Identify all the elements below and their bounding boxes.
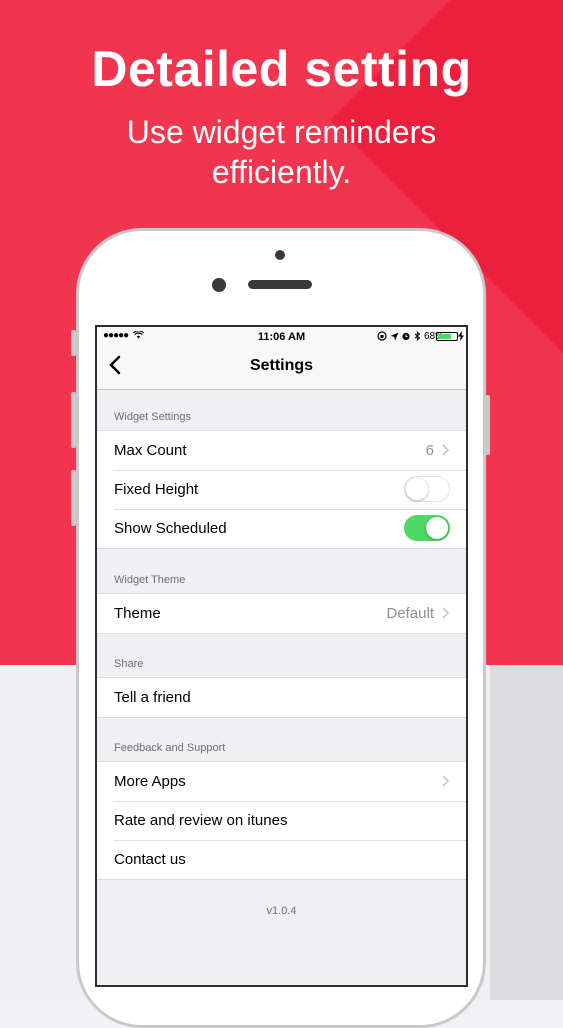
promo-subline-line-1: Use widget reminders (126, 114, 437, 150)
alarm-icon (402, 333, 411, 341)
app-version: v1.0.4 (266, 905, 297, 917)
contact-label: Contact us (114, 851, 186, 868)
max-count-value: 6 (425, 442, 434, 459)
group-widget-theme: Theme Default (97, 593, 466, 634)
theme-value: Default (386, 605, 434, 622)
row-more-apps[interactable]: More Apps (97, 762, 466, 801)
row-tell-a-friend[interactable]: Tell a friend (97, 678, 466, 717)
section-header-feedback: Feedback and Support (114, 742, 226, 754)
chevron-right-icon (442, 775, 450, 787)
navigation-bar: Settings (97, 347, 466, 390)
more-apps-label: More Apps (114, 773, 186, 790)
show-scheduled-label: Show Scheduled (114, 520, 227, 537)
row-show-scheduled: Show Scheduled (97, 509, 466, 548)
section-header-widget-settings: Widget Settings (114, 411, 192, 423)
row-rate-and-review[interactable]: Rate and review on itunes (97, 801, 466, 840)
chevron-right-icon (442, 444, 450, 456)
section-header-widget-theme: Widget Theme (114, 574, 186, 586)
row-theme[interactable]: Theme Default (97, 594, 466, 633)
show-scheduled-toggle[interactable] (404, 515, 450, 541)
phone-sensor (275, 250, 285, 260)
group-widget-settings: Max Count 6 Fixed Height Show Scheduled (97, 430, 466, 549)
toggle-knob (426, 517, 448, 539)
promo-subline-line-2: efficiently. (211, 154, 352, 190)
phone-screen: ●●●●● 11:06 AM 68% Settings Widget Setti… (95, 325, 468, 987)
theme-label: Theme (114, 605, 161, 622)
phone-speaker (248, 280, 312, 289)
orientation-lock-icon (377, 331, 387, 341)
charging-bolt-icon (458, 331, 464, 341)
tell-friend-label: Tell a friend (114, 689, 191, 706)
fixed-height-toggle[interactable] (404, 476, 450, 502)
row-fixed-height: Fixed Height (97, 470, 466, 509)
chevron-right-icon (442, 607, 450, 619)
group-share: Tell a friend (97, 677, 466, 718)
toggle-knob (406, 478, 428, 500)
max-count-label: Max Count (114, 442, 187, 459)
promo-subline: Use widget reminders efficiently. (0, 112, 563, 192)
battery-icon (436, 332, 458, 341)
group-feedback: More Apps Rate and review on itunes Cont… (97, 761, 466, 880)
rate-label: Rate and review on itunes (114, 812, 288, 829)
page-title: Settings (249, 357, 314, 374)
status-bar: ●●●●● 11:06 AM 68% (97, 327, 466, 347)
status-right-group: 68% (377, 331, 444, 342)
row-max-count[interactable]: Max Count 6 (97, 431, 466, 470)
phone-camera (212, 278, 226, 292)
promo-headline: Detailed setting (91, 41, 472, 97)
section-header-share: Share (114, 658, 144, 670)
fixed-height-label: Fixed Height (114, 481, 199, 498)
row-contact-us[interactable]: Contact us (97, 840, 466, 879)
bluetooth-icon (414, 331, 421, 342)
location-icon (390, 332, 399, 341)
